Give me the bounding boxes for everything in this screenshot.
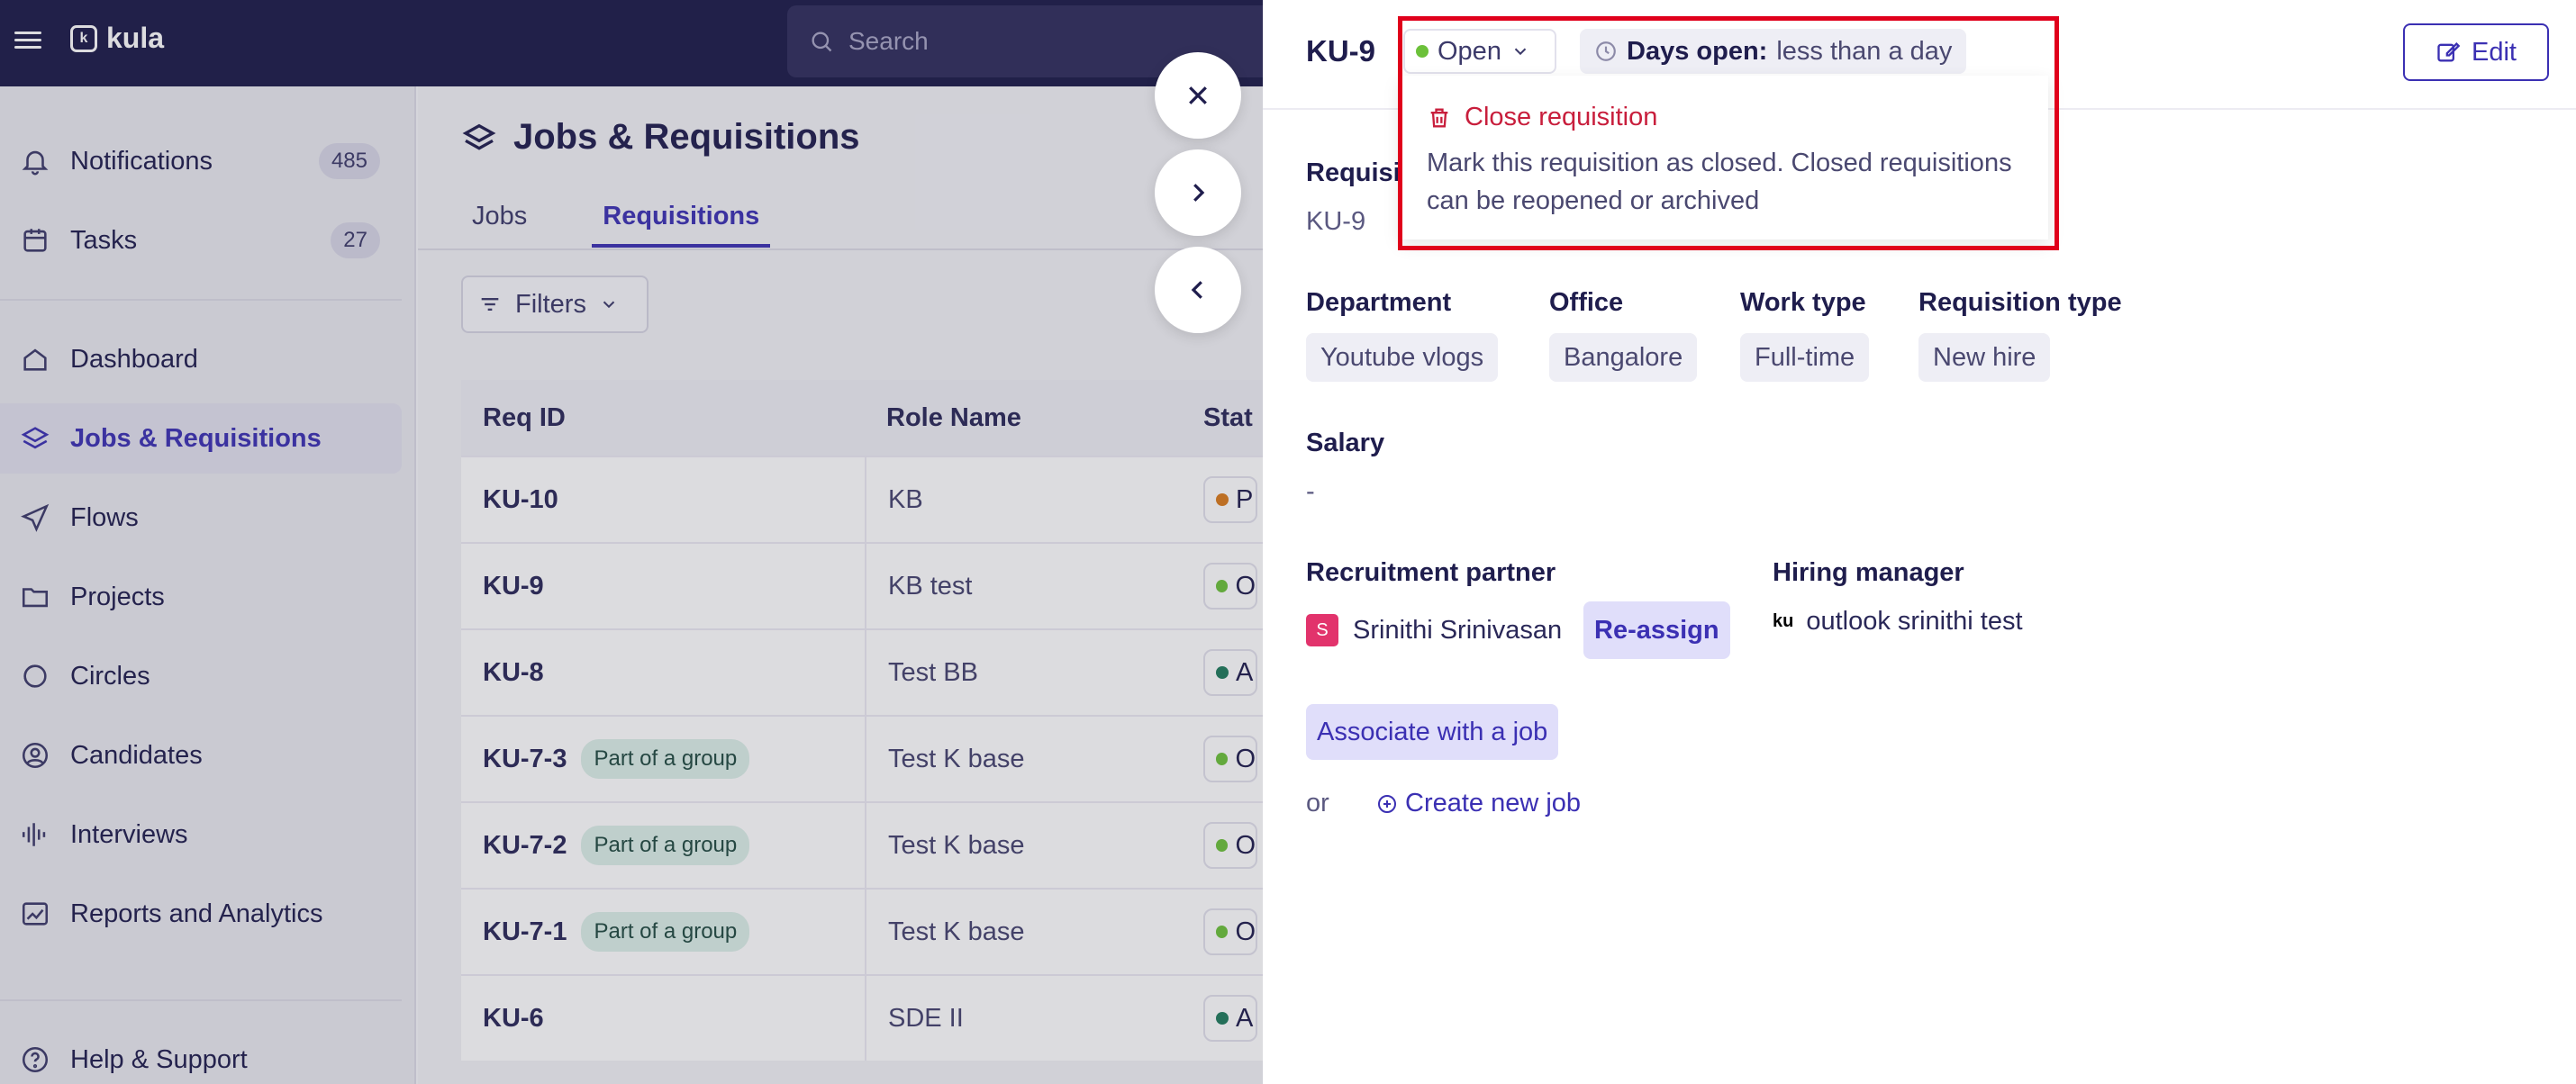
associate-with-job-button[interactable]: Associate with a job <box>1306 704 1559 760</box>
modal-backdrop[interactable] <box>0 0 1263 1084</box>
create-new-job-link[interactable]: Create new job <box>1376 789 1581 818</box>
chevron-left-icon <box>1191 281 1202 299</box>
next-button[interactable] <box>1155 149 1241 236</box>
office-label: Office <box>1549 288 1624 317</box>
recruitment-partner: S Srinithi Srinivasan <box>1306 614 1562 646</box>
office-chip: Bangalore <box>1549 333 1698 382</box>
avatar: ku <box>1773 611 1794 631</box>
reassign-button[interactable]: Re-assign <box>1583 601 1730 659</box>
plus-circle-icon <box>1378 794 1396 813</box>
department-label: Department <box>1306 288 1452 317</box>
create-new-job-label: Create new job <box>1405 789 1582 818</box>
hiring-manager-name: outlook srinithi test <box>1806 607 2023 636</box>
edit-icon <box>2437 42 2461 62</box>
recruitment-partner-label: Recruitment partner <box>1306 558 1556 587</box>
requisition-type-chip: New hire <box>1918 333 2051 382</box>
edit-button[interactable]: Edit <box>2403 23 2549 81</box>
close-icon <box>1189 86 1207 104</box>
hiring-manager: ku outlook srinithi test <box>1773 607 2023 637</box>
avatar: S <box>1306 614 1338 646</box>
highlight-box <box>1398 16 2059 250</box>
salary-value: - <box>1306 477 1315 506</box>
salary-label: Salary <box>1306 429 1385 457</box>
edit-label: Edit <box>2472 37 2517 67</box>
hiring-manager-label: Hiring manager <box>1773 558 1964 587</box>
work-type-chip: Full-time <box>1740 333 1870 382</box>
or-text: or <box>1306 789 1329 818</box>
requisition-type-label: Requisition type <box>1918 288 2122 317</box>
previous-button[interactable] <box>1155 247 1241 333</box>
requisition-id-title: KU-9 <box>1306 34 1376 68</box>
department-chip: Youtube vlogs <box>1306 333 1499 382</box>
close-panel-button[interactable] <box>1155 52 1241 139</box>
requisition-field-value: KU-9 <box>1306 207 1366 236</box>
chevron-right-icon <box>1193 184 1205 202</box>
recruitment-partner-name: Srinithi Srinivasan <box>1353 615 1563 645</box>
work-type-label: Work type <box>1740 288 1866 317</box>
